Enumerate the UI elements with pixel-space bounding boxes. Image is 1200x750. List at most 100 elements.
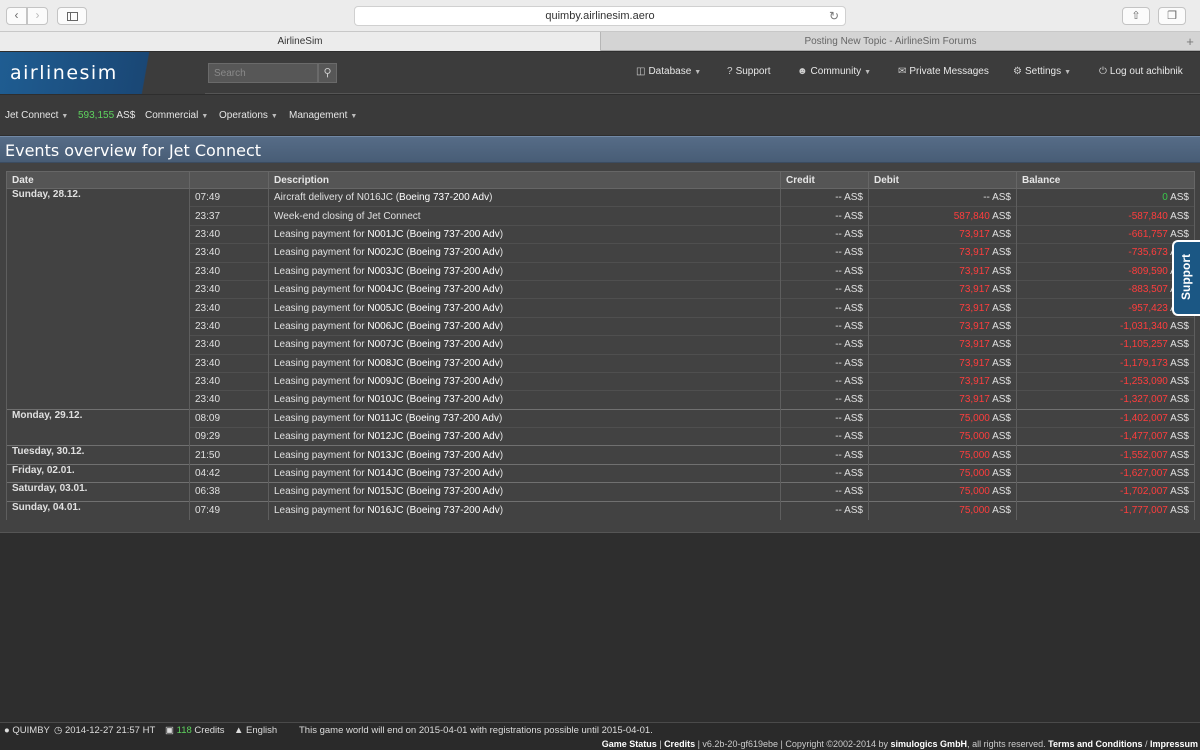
aircraft-type-link[interactable]: Boeing 737-200 Adv <box>410 247 500 258</box>
nav-community[interactable]: ☻ Community ▼ <box>797 66 871 77</box>
footer-terms-link[interactable]: Terms and Conditions <box>1048 739 1142 749</box>
tab-overview-icon[interactable]: ❐ <box>1158 7 1186 25</box>
footer-copyright: Copyright ©2002-2014 by <box>785 739 889 749</box>
address-bar[interactable]: quimby.airlinesim.aero ↻ <box>354 6 846 26</box>
status-bar: ● QUIMBY ◷ 2014-12-27 21:57 HT ▣ 118 Cre… <box>0 722 1200 738</box>
aircraft-registration-link[interactable]: N003JC <box>367 266 403 277</box>
credit-cell: -- AS$ <box>780 408 869 428</box>
footer-credits-link[interactable]: Credits <box>664 739 695 749</box>
aircraft-type-link[interactable]: Boeing 737-200 Adv <box>410 450 500 461</box>
nav-logout[interactable]: ⏻ Log out achibnik <box>1099 66 1183 77</box>
aircraft-registration-link[interactable]: N009JC <box>367 376 403 387</box>
time-cell: 04:42 <box>189 463 269 483</box>
aircraft-type-link[interactable]: Boeing 737-200 Adv <box>410 358 500 369</box>
description-cell: Leasing payment for N013JC (Boeing 737-2… <box>268 445 781 465</box>
aircraft-type-link[interactable]: Boeing 737-200 Adv <box>410 486 500 497</box>
description-cell: Leasing payment for N006JC (Boeing 737-2… <box>268 316 781 336</box>
question-icon: ? <box>727 66 733 77</box>
aircraft-registration-link[interactable]: N006JC <box>367 321 403 332</box>
site-header: airlinesim ⚲ ◫Database▼ ?Support ☻Commun… <box>0 52 1200 94</box>
aircraft-registration-link[interactable]: N008JC <box>367 358 403 369</box>
tab-forums[interactable]: Posting New Topic - AirlineSim Forums <box>600 32 1180 51</box>
description-cell: Leasing payment for N016JC (Boeing 737-2… <box>268 500 781 520</box>
date-cell: Sunday, 28.12. <box>6 188 190 410</box>
aircraft-type-link[interactable]: Boeing 737-200 Adv <box>410 431 500 442</box>
description-cell: Leasing payment for N011JC (Boeing 737-2… <box>268 408 781 428</box>
aircraft-type-link[interactable]: Boeing 737-200 Adv <box>410 266 500 277</box>
column-header-date: Date <box>6 171 190 189</box>
footer-impressum-link[interactable]: Impressum <box>1150 739 1198 749</box>
aircraft-registration-link[interactable]: N016JC <box>367 505 403 516</box>
logo[interactable]: airlinesim <box>0 52 205 94</box>
aircraft-registration-link[interactable]: N007JC <box>367 339 403 350</box>
events-table: Date Description Credit Debit Balance Su… <box>6 171 1195 520</box>
table-row: Saturday, 03.01. 06:38 Leasing payment for… <box>6 482 1195 502</box>
aircraft-type-link[interactable]: Boeing 737-200 Adv <box>410 468 500 479</box>
column-header-balance: Balance <box>1016 171 1195 189</box>
aircraft-type-link[interactable]: Boeing 737-200 Adv <box>410 505 500 516</box>
aircraft-type-link[interactable]: Boeing 737-200 Adv <box>410 394 500 405</box>
power-icon: ⏻ <box>1099 66 1107 77</box>
aircraft-registration-link[interactable]: N005JC <box>367 303 403 314</box>
time-cell: 23:40 <box>189 298 269 318</box>
nav-settings[interactable]: ⚙ Settings ▼ <box>1013 66 1071 77</box>
aircraft-type-link[interactable]: Boeing 737-200 Adv <box>399 192 489 203</box>
time-cell: 21:50 <box>189 445 269 465</box>
column-header-credit: Credit <box>780 171 869 189</box>
nav-database[interactable]: ◫ Database ▼ <box>636 66 701 77</box>
forward-icon[interactable]: › <box>27 7 48 25</box>
balance-cell: -1,477,007 AS$ <box>1016 427 1195 446</box>
menu-commercial[interactable]: Commercial ▼ <box>145 110 208 121</box>
aircraft-registration-link[interactable]: N011JC <box>367 413 402 424</box>
reload-icon[interactable]: ↻ <box>829 7 839 25</box>
nav-support[interactable]: ? Support <box>727 66 771 77</box>
aircraft-type-link[interactable]: Boeing 737-200 Adv <box>410 376 500 387</box>
date-cell: Monday, 29.12. <box>6 408 190 446</box>
debit-cell: 73,917 AS$ <box>868 224 1017 244</box>
aircraft-type-link[interactable]: Boeing 737-200 Adv <box>409 413 499 424</box>
balance-cell: -809,590 AS$ <box>1016 261 1195 281</box>
chevron-down-icon: ▼ <box>694 69 702 76</box>
nav-private-messages[interactable]: ✉ Private Messages <box>898 66 989 77</box>
aircraft-registration-link[interactable]: N012JC <box>367 431 403 442</box>
aircraft-registration-link[interactable]: N015JC <box>367 486 403 497</box>
language-selector[interactable]: ▲ English <box>234 725 277 736</box>
search-input[interactable] <box>208 63 318 83</box>
chevron-down-icon: ▼ <box>864 69 872 76</box>
aircraft-registration-link[interactable]: N013JC <box>367 450 403 461</box>
aircraft-type-link[interactable]: Boeing 737-200 Adv <box>410 284 500 295</box>
aircraft-registration-link[interactable]: N010JC <box>367 394 403 405</box>
menu-management[interactable]: Management ▼ <box>289 110 357 121</box>
new-tab-icon[interactable]: + <box>1180 32 1200 51</box>
globe-icon: ● <box>4 725 10 736</box>
credit-cell: -- AS$ <box>780 371 869 391</box>
footer-rights: , all rights reserved. <box>967 739 1046 749</box>
aircraft-registration-link[interactable]: N002JC <box>367 247 403 258</box>
game-world[interactable]: ● QUIMBY <box>4 725 50 736</box>
back-icon[interactable]: ‹ <box>6 7 27 25</box>
time-cell: 07:49 <box>189 500 269 520</box>
aircraft-registration-link[interactable]: N004JC <box>367 284 403 295</box>
share-icon[interactable]: ⇧ <box>1122 7 1150 25</box>
support-tab[interactable]: Support <box>1172 240 1200 316</box>
aircraft-type-link[interactable]: Boeing 737-200 Adv <box>410 303 500 314</box>
page-title-bar: Events overview for Jet Connect <box>0 136 1200 163</box>
aircraft-type-link[interactable]: Boeing 737-200 Adv <box>410 321 500 332</box>
balance-cell: -1,105,257 AS$ <box>1016 335 1195 355</box>
footer-game-status-link[interactable]: Game Status <box>602 739 657 749</box>
time-cell: 23:40 <box>189 261 269 281</box>
debit-cell: 73,917 AS$ <box>868 335 1017 355</box>
menu-operations[interactable]: Operations ▼ <box>219 110 278 121</box>
aircraft-registration-link[interactable]: N001JC <box>367 229 403 240</box>
aircraft-type-link[interactable]: Boeing 737-200 Adv <box>410 339 500 350</box>
credits-balance[interactable]: ▣ 118 Credits <box>165 725 225 736</box>
aircraft-registration-link[interactable]: N014JC <box>367 468 403 479</box>
debit-cell: 73,917 AS$ <box>868 316 1017 336</box>
sidebar-toggle-icon[interactable] <box>57 7 87 25</box>
search-icon[interactable]: ⚲ <box>318 63 337 83</box>
airline-menu[interactable]: Jet Connect ▼ <box>5 110 68 121</box>
tab-airlinesim[interactable]: AirlineSim <box>0 32 600 51</box>
aircraft-type-link[interactable]: Boeing 737-200 Adv <box>410 229 500 240</box>
debit-cell: 75,000 AS$ <box>868 500 1017 520</box>
footer-company-link[interactable]: simulogics GmbH <box>891 739 968 749</box>
